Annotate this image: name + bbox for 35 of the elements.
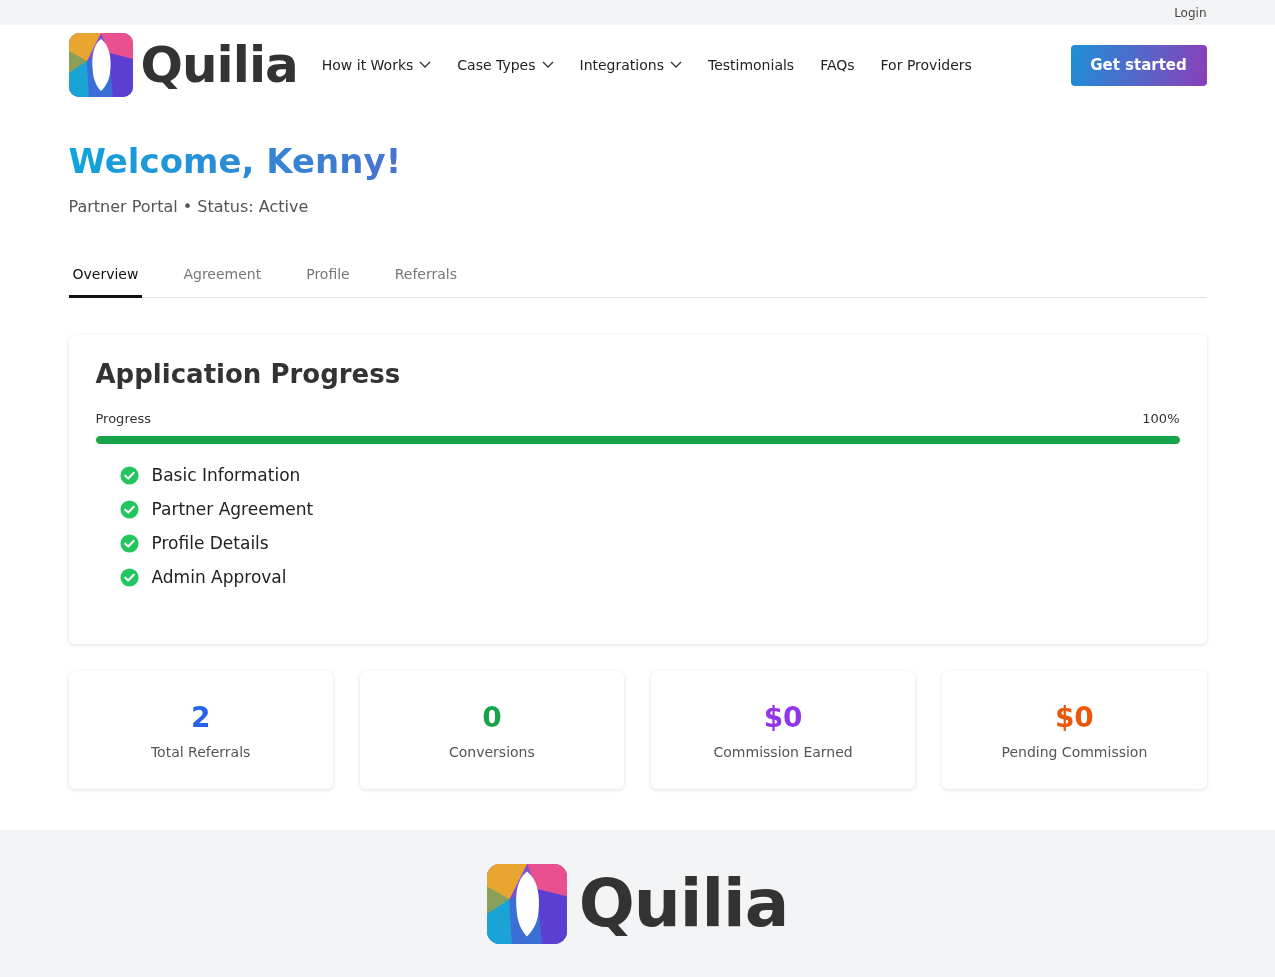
step-label: Admin Approval — [151, 567, 287, 587]
step-label: Partner Agreement — [151, 499, 314, 519]
stat-label: Conversions — [448, 743, 535, 760]
nav-link[interactable]: Testimonials — [707, 57, 795, 73]
get-started-button[interactable]: Get started — [1070, 44, 1207, 86]
step-label: Profile Details — [151, 533, 269, 553]
nav-link[interactable]: FAQs — [820, 57, 855, 73]
tab[interactable]: Profile — [302, 256, 354, 298]
tab[interactable]: Agreement — [179, 256, 266, 298]
nav-link[interactable]: Case Types — [457, 57, 554, 73]
nav-link[interactable]: Integrations — [579, 57, 682, 73]
nav-link[interactable]: For Providers — [880, 57, 972, 73]
tab[interactable]: Overview — [68, 256, 143, 298]
feather-logo-icon — [486, 863, 567, 944]
nav-link[interactable]: How it Works — [321, 57, 432, 73]
stat-value: $0 — [763, 700, 803, 734]
tab[interactable]: Referrals — [390, 256, 461, 298]
caret-icon[interactable] — [541, 61, 554, 69]
stat-value: 0 — [482, 700, 502, 734]
caret-icon[interactable] — [669, 61, 682, 69]
caret-icon[interactable] — [419, 61, 432, 69]
login-link[interactable]: Login — [1174, 5, 1207, 20]
progress-reading: 100% — [1142, 411, 1180, 426]
logo-wordmark: Quilia — [578, 870, 789, 937]
feather-logo-icon[interactable] — [68, 33, 133, 97]
stat-value: 2 — [190, 700, 211, 734]
card-title: Application Progress — [95, 359, 402, 389]
status-subtitle: Partner Portal • Status: Active — [68, 197, 310, 216]
stat-label: Total Referrals — [150, 743, 251, 760]
progress-label: Progress — [95, 411, 151, 426]
step-label: Basic Information — [151, 465, 301, 485]
stat-label: Pending Commission — [1001, 743, 1148, 760]
logo-wordmark[interactable]: Quilia — [140, 40, 298, 90]
stat-value: $0 — [1054, 700, 1094, 734]
stat-label: Commission Earned — [713, 743, 853, 760]
